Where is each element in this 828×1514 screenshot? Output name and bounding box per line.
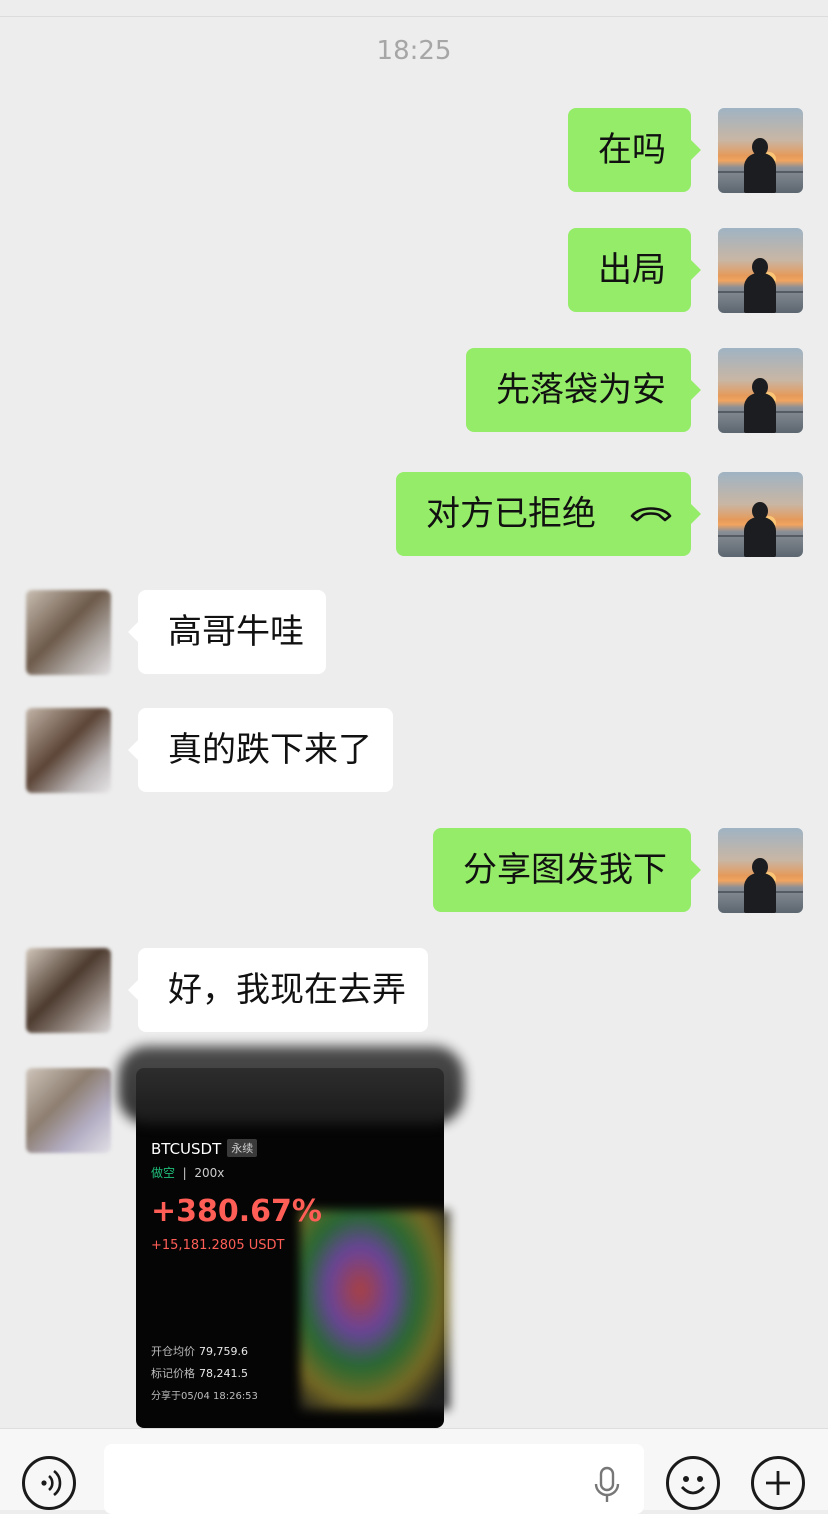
more-actions-button[interactable] <box>751 1456 805 1510</box>
avatar-self[interactable] <box>718 348 803 433</box>
message-input[interactable] <box>104 1444 644 1514</box>
redaction-smudge <box>118 1046 464 1124</box>
status-bar-divider <box>0 0 828 17</box>
avatar-self[interactable] <box>718 828 803 913</box>
message-bubble-incoming[interactable]: 好，我现在去弄 <box>128 948 428 1032</box>
message-bubble-incoming[interactable]: 真的跌下来了 <box>128 708 393 792</box>
mic-icon[interactable] <box>592 1466 622 1506</box>
avatar-contact[interactable] <box>26 1068 111 1153</box>
message-bubble-outgoing[interactable]: 分享图发我下 <box>433 828 701 912</box>
message-bubble-outgoing[interactable]: 先落袋为安 <box>466 348 701 432</box>
avatar-contact[interactable] <box>26 590 111 675</box>
emoji-icon <box>680 1476 706 1495</box>
pnl-amount: +15,181.2805 USDT <box>151 1238 285 1253</box>
avatar-self[interactable] <box>718 108 803 193</box>
contract-tag: 永续 <box>227 1139 258 1157</box>
mark-price: 标记价格 78,241.5 <box>151 1367 248 1380</box>
trade-pair: BTCUSDT 永续 <box>151 1139 258 1158</box>
share-timestamp: 分享于05/04 18:26:53 <box>151 1391 258 1402</box>
call-rejected-bubble[interactable]: 对方已拒绝 <box>396 472 701 556</box>
hang-up-icon <box>630 506 672 521</box>
trade-side: 做空 | 200x <box>151 1166 225 1180</box>
avatar-contact[interactable] <box>26 948 111 1033</box>
message-bubble-outgoing[interactable]: 出局 <box>568 228 701 312</box>
call-status-label: 对方已拒绝 <box>426 494 596 534</box>
emoji-button[interactable] <box>666 1456 720 1510</box>
voice-toggle-button[interactable] <box>22 1456 76 1510</box>
avatar-contact[interactable] <box>26 708 111 793</box>
avatar-self[interactable] <box>718 472 803 557</box>
open-price: 开仓均价 79,759.6 <box>151 1345 248 1358</box>
plus-icon <box>766 1471 790 1495</box>
pnl-percent: +380.67% <box>151 1194 322 1229</box>
avatar-self[interactable] <box>718 228 803 313</box>
message-bubble-outgoing[interactable]: 在吗 <box>568 108 701 192</box>
voice-icon <box>41 1469 62 1497</box>
message-bubble-incoming[interactable]: 高哥牛哇 <box>128 590 326 674</box>
chat-timestamp: 18:25 <box>376 36 452 66</box>
redaction-smudge <box>300 1210 450 1410</box>
